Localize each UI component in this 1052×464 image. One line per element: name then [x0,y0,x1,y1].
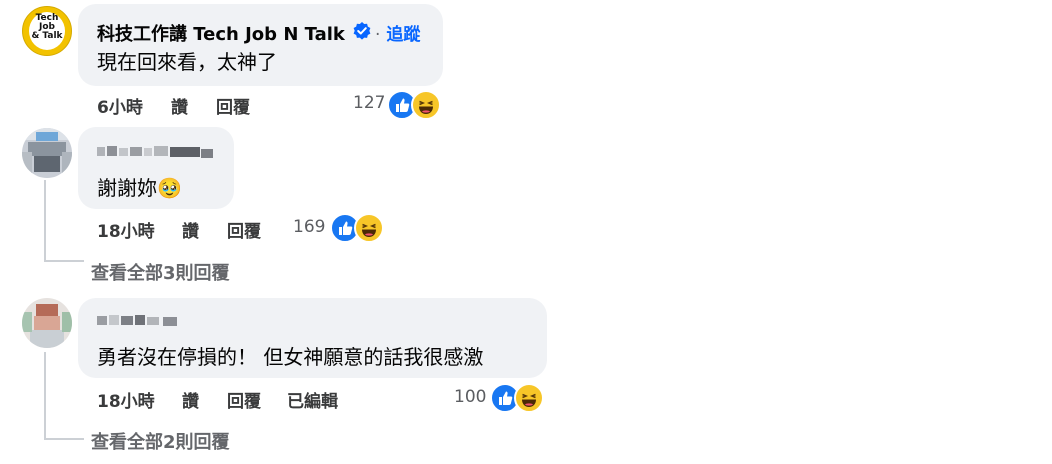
reply-link[interactable]: 回覆 [216,93,250,118]
thread-line [44,180,46,262]
page-logo: Tech Job & Talk [29,12,65,50]
edited-label: 已編輯 [287,392,338,412]
comment-text: 謝謝妳🥹 [97,176,182,200]
haha-reaction-icon[interactable] [354,213,384,243]
thread-branch [44,260,84,262]
haha-reaction-icon[interactable] [514,383,544,413]
like-link[interactable]: 讚 [182,387,199,412]
thread-line [44,352,46,440]
comment-text: 勇者沒在停損的！ 但女神願意的話我很感激 [97,345,484,369]
reply-link[interactable]: 回覆 [227,217,261,242]
haha-reaction-icon[interactable] [411,90,441,120]
comment-time[interactable]: 18小時 [97,217,155,242]
comment-time[interactable]: 18小時 [97,387,155,412]
like-link[interactable]: 讚 [182,217,199,242]
blurred-author-name[interactable] [97,311,181,329]
view-replies-link[interactable]: 查看全部3則回覆 [91,259,230,285]
reply-link[interactable]: 回覆 [227,387,261,412]
follow-link[interactable]: 追蹤 [386,25,420,45]
reaction-count[interactable]: 127 [353,93,385,113]
verified-badge-icon [353,22,371,40]
reaction-count[interactable]: 100 [454,387,486,407]
thread-branch [44,438,84,440]
comment-time[interactable]: 6小時 [97,93,143,118]
comment-author[interactable]: 科技工作講 Tech Job N Talk [97,20,345,46]
view-replies-link[interactable]: 查看全部2則回覆 [91,428,230,454]
user-avatar[interactable] [22,298,72,348]
reaction-count[interactable]: 169 [293,217,325,237]
blurred-author-name[interactable] [97,143,217,161]
page-avatar[interactable]: Tech Job & Talk [22,6,72,56]
follow-separator: · [375,25,381,45]
like-link[interactable]: 讚 [171,93,188,118]
comment-text: 現在回來看，太神了 [97,50,277,74]
user-avatar[interactable] [22,128,72,178]
